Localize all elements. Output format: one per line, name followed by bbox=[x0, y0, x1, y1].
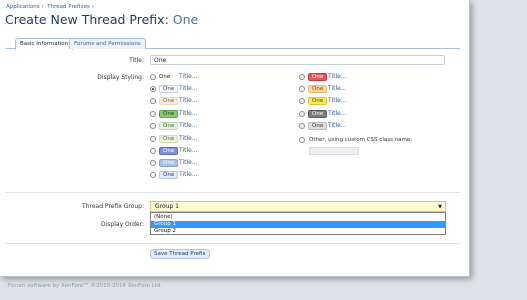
save-thread-prefix-button[interactable]: Save Thread Prefix bbox=[150, 249, 210, 259]
custom-css-label: Other, using custom CSS class name: bbox=[309, 137, 413, 143]
style-preview-label: One bbox=[159, 171, 179, 179]
page-title-name: One bbox=[172, 12, 199, 27]
tab-bar: Basic Information Forums and Permissions bbox=[5, 38, 460, 50]
style-preview-label: One bbox=[308, 97, 328, 105]
style-preview-title: Title... bbox=[328, 85, 347, 92]
style-preview-title: Title... bbox=[328, 110, 347, 117]
style-preview-label: One bbox=[308, 73, 328, 81]
chevron-down-icon: ▼ bbox=[438, 204, 442, 210]
title-label: Title: bbox=[129, 57, 144, 64]
dropdown-option-group-1[interactable]: Group 1 bbox=[151, 221, 445, 228]
custom-css-radio[interactable] bbox=[299, 137, 305, 143]
style-preview-title: Title... bbox=[179, 122, 198, 129]
tab-forums-and-permissions[interactable]: Forums and Permissions bbox=[69, 38, 146, 49]
style-radio[interactable] bbox=[299, 74, 305, 80]
style-radio[interactable] bbox=[150, 86, 156, 92]
style-preview-label: One bbox=[159, 147, 179, 155]
style-preview-title: Title... bbox=[179, 171, 198, 178]
page-title: Create New Thread Prefix: One bbox=[5, 12, 198, 27]
style-preview-label: One bbox=[159, 135, 179, 143]
style-radio[interactable] bbox=[150, 123, 156, 129]
style-radio[interactable] bbox=[299, 86, 305, 92]
main-panel: Applications › Thread Prefixes › Create … bbox=[0, 0, 470, 277]
breadcrumb: Applications › Thread Prefixes › bbox=[6, 4, 96, 10]
style-preview-title: Title... bbox=[328, 122, 347, 129]
style-preview-title: Title... bbox=[179, 147, 198, 154]
style-preview-label: One bbox=[308, 110, 328, 118]
breadcrumb-thread-prefixes[interactable]: Thread Prefixes › bbox=[47, 4, 93, 10]
section-divider bbox=[5, 192, 460, 193]
style-radio[interactable] bbox=[299, 123, 305, 129]
style-preview-label: One bbox=[159, 85, 179, 93]
style-radio[interactable] bbox=[150, 148, 156, 154]
page-title-prefix: Create New Thread Prefix: bbox=[5, 12, 173, 27]
breadcrumb-applications[interactable]: Applications › bbox=[6, 4, 44, 10]
style-preview-label: One bbox=[308, 85, 328, 93]
dropdown-option-group-2[interactable]: Group 2 bbox=[151, 228, 445, 235]
style-radio[interactable] bbox=[150, 172, 156, 178]
style-preview-title: Title... bbox=[179, 73, 198, 80]
style-radio[interactable] bbox=[299, 111, 305, 117]
style-radio[interactable] bbox=[299, 98, 305, 104]
style-radio[interactable] bbox=[150, 160, 156, 166]
thread-prefix-group-dropdown: (None) Group 1 Group 2 bbox=[150, 212, 446, 235]
button-divider bbox=[5, 243, 460, 244]
footer-copyright: Forum software by XenForo™ ©2010-2014 Xe… bbox=[8, 283, 163, 289]
style-preview-title: Title... bbox=[179, 97, 198, 104]
display-styling-label: Display Styling: bbox=[97, 74, 144, 81]
style-preview-title: Title... bbox=[179, 85, 198, 92]
thread-prefix-group-label: Thread Prefix Group: bbox=[82, 203, 144, 210]
title-input[interactable]: One bbox=[150, 55, 445, 65]
custom-css-input[interactable] bbox=[309, 147, 359, 155]
style-preview-label: One bbox=[159, 159, 179, 167]
display-order-label: Display Order: bbox=[101, 221, 144, 228]
style-preview-label: One bbox=[159, 110, 179, 118]
style-preview-label: One bbox=[308, 122, 328, 130]
thread-prefix-group-value: Group 1 bbox=[155, 203, 179, 210]
style-radio[interactable] bbox=[150, 98, 156, 104]
dropdown-option-none[interactable]: (None) bbox=[151, 214, 445, 221]
style-preview-title: Title... bbox=[179, 135, 198, 142]
style-radio[interactable] bbox=[150, 136, 156, 142]
tab-basic-information[interactable]: Basic Information bbox=[15, 38, 74, 50]
style-preview-label: One bbox=[159, 122, 179, 130]
style-preview-title: Title... bbox=[179, 110, 198, 117]
style-preview-title: Title... bbox=[179, 159, 198, 166]
style-radio[interactable] bbox=[150, 74, 156, 80]
style-preview-label: One bbox=[159, 74, 171, 80]
style-radio[interactable] bbox=[150, 111, 156, 117]
thread-prefix-group-select[interactable]: Group 1 ▼ bbox=[150, 201, 446, 212]
style-preview-label: One bbox=[159, 97, 179, 105]
style-preview-title: Title... bbox=[328, 73, 347, 80]
style-preview-title: Title... bbox=[328, 97, 347, 104]
